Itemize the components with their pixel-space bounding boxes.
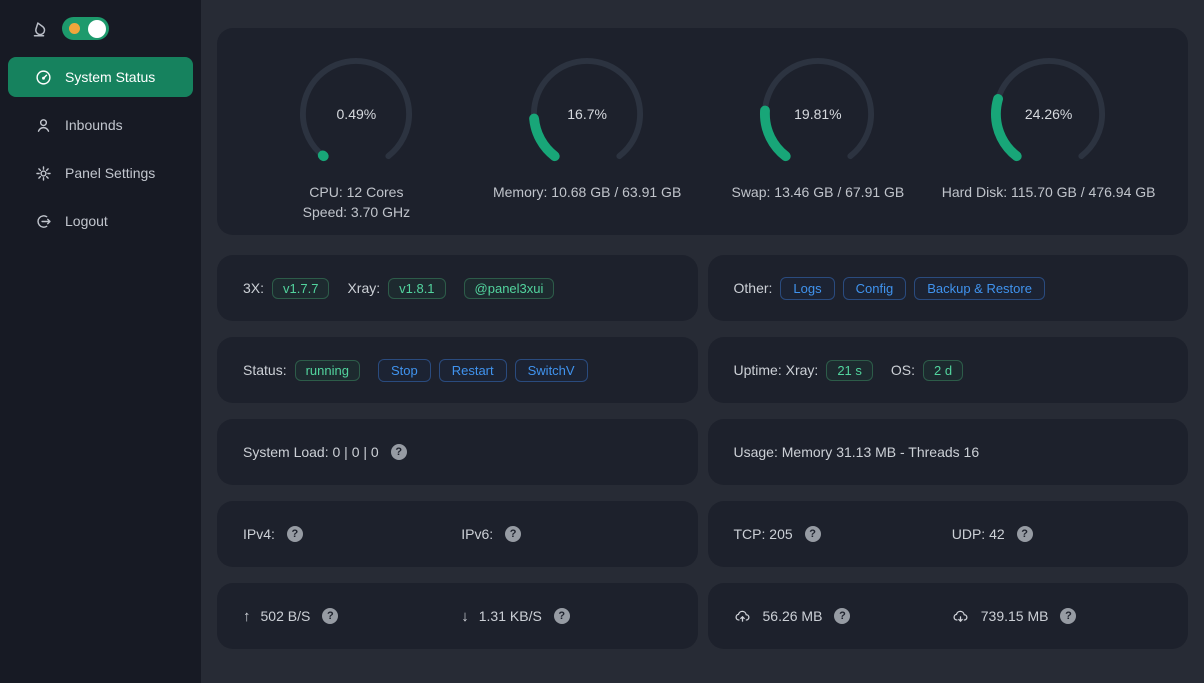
system-load-text: System Load: 0 | 0 | 0 [243,444,379,460]
sent-traffic-group: 56.26 MB ? [734,608,944,625]
uptime-os-badge: 2 d [923,360,963,381]
disk-gauge-value: 24.26% [990,55,1108,173]
tcp-group: TCP: 205 ? [734,526,944,542]
download-speed-group: ↓ 1.31 KB/S ? [461,608,671,625]
question-icon[interactable]: ? [505,526,521,542]
sidebar: System Status Inbounds Panel Settings [0,0,201,683]
memory-gauge-caption: Memory: 10.68 GB / 63.91 GB [493,182,681,202]
user-icon [35,117,52,134]
tcp-count-text: TCP: 205 [734,526,793,542]
stop-button[interactable]: Stop [378,359,431,382]
upload-speed-text: 502 B/S [261,608,311,624]
logout-icon [35,213,52,230]
ipv4-group: IPv4: ? [243,526,453,542]
config-button[interactable]: Config [843,277,907,300]
cpu-gauge-value: 0.49% [297,55,415,173]
connections-card: TCP: 205 ? UDP: 42 ? [708,501,1189,567]
memory-gauge: 16.7% Memory: 10.68 GB / 63.91 GB [472,28,703,235]
traffic-card: 56.26 MB ? 739.15 MB ? [708,583,1189,649]
backup-restore-button[interactable]: Backup & Restore [914,277,1045,300]
question-icon[interactable]: ? [322,608,338,624]
disk-gauge: 24.26% Hard Disk: 115.70 GB / 476.94 GB [933,28,1164,235]
logs-button[interactable]: Logs [780,277,834,300]
sidebar-nav: System Status Inbounds Panel Settings [0,53,201,245]
usage-card: Usage: Memory 31.13 MB - Threads 16 [708,419,1189,485]
uptime-card: Uptime: Xray: 21 s OS: 2 d [708,337,1189,403]
sent-traffic-text: 56.26 MB [763,608,823,624]
disk-gauge-caption: Hard Disk: 115.70 GB / 476.94 GB [942,182,1156,202]
panel-version-badge: v1.7.7 [272,278,329,299]
sun-icon [69,23,80,34]
received-traffic-group: 739.15 MB ? [952,608,1162,625]
question-icon[interactable]: ? [554,608,570,624]
ipv6-label: IPv6: [461,526,493,542]
version-card: 3X: v1.7.7 Xray: v1.8.1 @panel3xui [217,255,698,321]
speed-card: ↑ 502 B/S ? ↓ 1.31 KB/S ? [217,583,698,649]
sidebar-item-label: Inbounds [65,117,123,133]
xray-status-badge: running [295,360,360,381]
udp-count-text: UDP: 42 [952,526,1005,542]
question-icon[interactable]: ? [1060,608,1076,624]
sidebar-item-logout[interactable]: Logout [8,201,193,241]
question-icon[interactable]: ? [805,526,821,542]
cloud-upload-icon [734,608,751,625]
swap-gauge: 19.81% Swap: 13.46 GB / 67.91 GB [703,28,934,235]
system-gauges-card: 0.49% CPU: 12 Cores Speed: 3.70 GHz 16.7… [217,28,1188,235]
question-icon[interactable]: ? [391,444,407,460]
main-content: 0.49% CPU: 12 Cores Speed: 3.70 GHz 16.7… [201,0,1204,683]
udp-group: UDP: 42 ? [952,526,1162,542]
sidebar-item-panel-settings[interactable]: Panel Settings [8,153,193,193]
theme-icon [30,20,48,38]
swap-gauge-caption: Swap: 13.46 GB / 67.91 GB [731,182,904,202]
switch-version-button[interactable]: SwitchV [515,359,588,382]
xray-version-label: Xray: [347,280,380,296]
question-icon[interactable]: ? [287,526,303,542]
received-traffic-text: 739.15 MB [981,608,1049,624]
sidebar-item-system-status[interactable]: System Status [8,57,193,97]
gear-icon [35,165,52,182]
other-card: Other: Logs Config Backup & Restore [708,255,1189,321]
upload-speed-group: ↑ 502 B/S ? [243,608,453,625]
sidebar-item-label: System Status [65,69,155,85]
status-card: Status: running Stop Restart SwitchV [217,337,698,403]
arrow-up-icon: ↑ [243,608,251,625]
usage-text: Usage: Memory 31.13 MB - Threads 16 [734,444,980,460]
toggle-knob [88,20,106,38]
uptime-xray-badge: 21 s [826,360,873,381]
swap-gauge-value: 19.81% [759,55,877,173]
dashboard-icon [35,69,52,86]
cloud-download-icon [952,608,969,625]
restart-button[interactable]: Restart [439,359,507,382]
sidebar-item-label: Panel Settings [65,165,155,181]
cpu-gauge-caption: CPU: 12 Cores Speed: 3.70 GHz [303,182,410,222]
sidebar-item-label: Logout [65,213,108,229]
ipv6-group: IPv6: ? [461,526,671,542]
system-load-card: System Load: 0 | 0 | 0 ? [217,419,698,485]
question-icon[interactable]: ? [834,608,850,624]
sidebar-header [0,0,201,53]
uptime-os-label: OS: [891,362,915,378]
memory-gauge-value: 16.7% [528,55,646,173]
xray-version-badge: v1.8.1 [388,278,445,299]
question-icon[interactable]: ? [1017,526,1033,542]
cpu-gauge: 0.49% CPU: 12 Cores Speed: 3.70 GHz [241,28,472,235]
download-speed-text: 1.31 KB/S [479,608,542,624]
theme-toggle[interactable] [62,17,109,40]
ip-card: IPv4: ? IPv6: ? [217,501,698,567]
sidebar-item-inbounds[interactable]: Inbounds [8,105,193,145]
other-label: Other: [734,280,773,296]
telegram-link-badge[interactable]: @panel3xui [464,278,555,299]
arrow-down-icon: ↓ [461,608,469,625]
ipv4-label: IPv4: [243,526,275,542]
uptime-xray-label: Uptime: Xray: [734,362,819,378]
panel-version-label: 3X: [243,280,264,296]
status-label: Status: [243,362,287,378]
